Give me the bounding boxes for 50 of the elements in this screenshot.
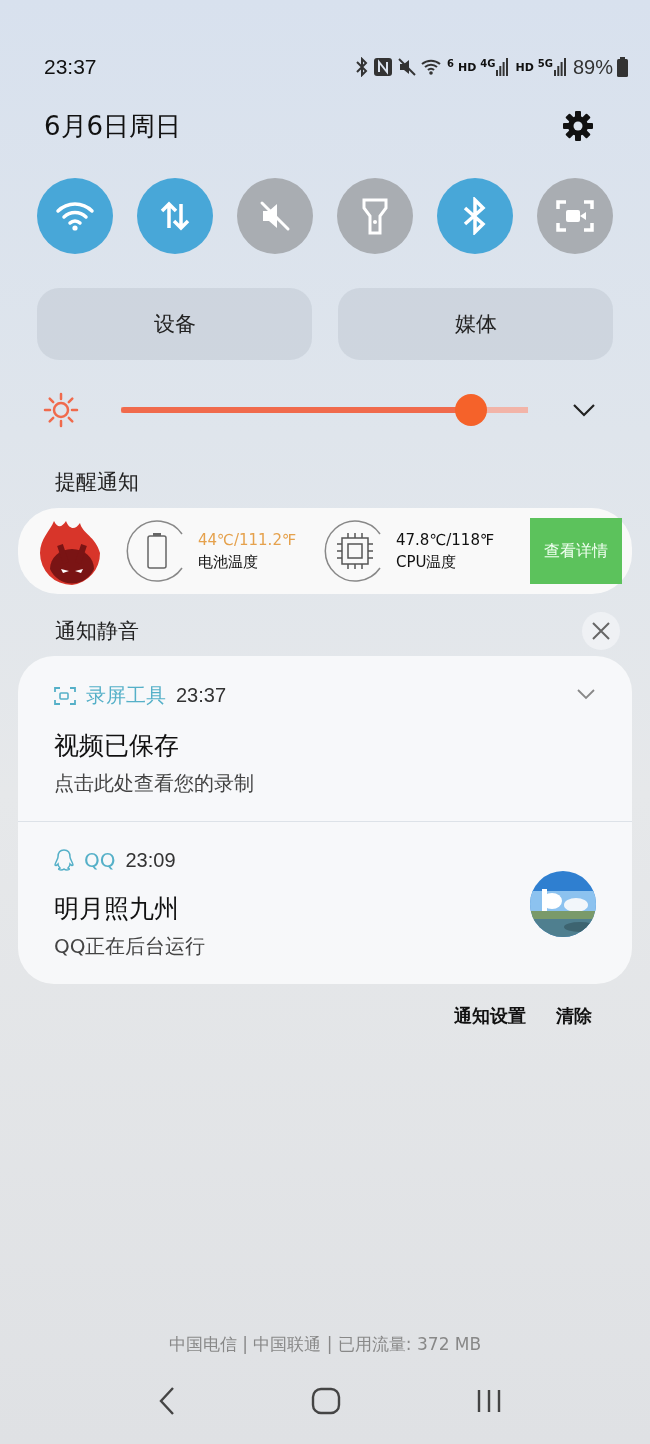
cpu-temperature: 47.8℃/118℉ <box>396 530 495 549</box>
home-icon[interactable] <box>311 1387 341 1415</box>
section-title: 通知静音 <box>55 618 139 645</box>
hd-label: HD <box>515 60 534 74</box>
cpu-temperature-label: CPU温度 <box>396 552 458 572</box>
hd-label: HD <box>457 60 477 74</box>
network-type: 4G <box>480 57 496 69</box>
notification-title: 视频已保存 <box>54 730 180 762</box>
wifi-badge-label: 6 <box>446 57 454 69</box>
panel-button[interactable]: 媒体 <box>338 288 613 360</box>
network-type: 5G <box>537 57 553 69</box>
slider-thumb[interactable] <box>455 394 487 426</box>
screen-record-icon <box>54 685 76 706</box>
settings-icon[interactable] <box>562 110 594 142</box>
bluetooth-icon <box>354 57 369 77</box>
carrier-info: 中国电信 | 中国联通 | 已用流量: 372 MB <box>167 1333 483 1356</box>
wifi-icon <box>55 200 95 232</box>
battery-percent: 89% <box>572 55 613 79</box>
section-title: 提醒通知 <box>54 469 140 496</box>
screen-record-icon <box>555 198 595 234</box>
back-icon[interactable] <box>157 1386 176 1416</box>
app-name: QQ <box>84 848 116 872</box>
notification-text: 点击此处查看您的录制 <box>54 770 254 797</box>
panel-button[interactable]: 设备 <box>37 288 312 360</box>
flashlight-icon <box>360 197 390 235</box>
notification-time: 23:37 <box>176 684 227 707</box>
battery-icon <box>617 57 628 77</box>
bluetooth-icon <box>462 197 488 235</box>
battery-temperature: 44℃/111.2℉ <box>198 530 297 549</box>
close-icon <box>591 621 611 641</box>
date-label: 6月6日周日 <box>44 109 182 143</box>
signal-icon <box>553 58 566 76</box>
signal-icon <box>496 58 509 76</box>
action-link[interactable]: 清除 <box>556 1004 592 1028</box>
penguin-icon <box>54 849 74 871</box>
notification-title: 明月照九州 <box>54 893 180 925</box>
app-name: 录屏工具 <box>86 682 166 709</box>
brightness-icon <box>43 392 79 428</box>
chevron-down-icon[interactable] <box>572 403 596 417</box>
status-time: 23:37 <box>44 55 97 79</box>
mute-icon <box>396 57 417 77</box>
battery-temperature-label: 电池温度 <box>198 552 259 572</box>
nfc-icon <box>372 57 393 77</box>
action-link[interactable]: 通知设置 <box>454 1004 526 1028</box>
close-button[interactable] <box>582 612 620 650</box>
wifi-icon <box>420 57 443 77</box>
temperature-widget[interactable]: 44℃/111.2℉ 电池温度 47.8℃/118℉ CPU温度 查看详情 <box>18 508 632 594</box>
recents-icon[interactable] <box>476 1387 503 1415</box>
notification-time: 23:09 <box>125 848 176 872</box>
notification-text: QQ正在后台运行 <box>54 933 206 960</box>
